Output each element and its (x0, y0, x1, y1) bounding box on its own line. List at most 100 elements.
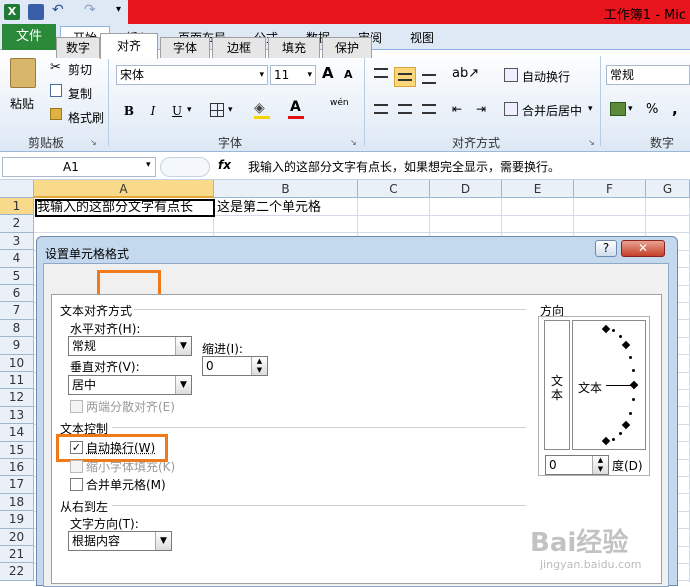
indent-spinner[interactable]: 0 ▲ ▼ (202, 356, 268, 376)
fill-color-icon[interactable]: ◈ (254, 100, 265, 116)
currency-icon[interactable] (610, 102, 626, 116)
row-header[interactable]: 19 (0, 511, 34, 529)
grow-font-button[interactable]: A (322, 64, 334, 82)
italic-button[interactable]: I (144, 103, 162, 119)
select-all-corner[interactable] (0, 180, 34, 198)
row-header[interactable]: 22 (0, 563, 34, 581)
wrap-text-icon[interactable] (504, 68, 518, 82)
dialog-launcher-icon[interactable]: ↘ (90, 138, 97, 147)
chevron-down-icon[interactable]: ▾ (307, 66, 312, 84)
shrink-to-fit-checkbox[interactable] (70, 460, 83, 473)
scissors-icon[interactable]: ✂ (50, 60, 61, 75)
merge-cells-label[interactable]: 合并单元格(M) (86, 476, 166, 493)
orientation-tick[interactable] (618, 335, 622, 338)
comma-button[interactable]: , (672, 100, 678, 118)
copy-icon[interactable] (50, 84, 62, 97)
orientation-tick[interactable] (618, 431, 622, 435)
phonetic-button[interactable]: wén (330, 98, 349, 108)
row-header[interactable]: 2 (0, 215, 34, 233)
horizontal-align-select[interactable]: 常规 ▼ (68, 336, 192, 356)
row-header[interactable]: 17 (0, 476, 34, 494)
row-header[interactable]: 21 (0, 546, 34, 564)
row-header[interactable]: 13 (0, 406, 34, 425)
decrease-indent-icon[interactable]: ⇤ (452, 102, 462, 116)
column-header[interactable]: D (430, 180, 502, 198)
chevron-down-icon[interactable]: ▾ (228, 105, 233, 115)
cut-button[interactable]: 剪切 (68, 61, 92, 78)
redo-icon[interactable]: ↷ (84, 2, 96, 18)
merge-cells-checkbox[interactable] (70, 478, 83, 491)
chevron-down-icon[interactable]: ▾ (187, 105, 192, 115)
row-header[interactable]: 15 (0, 441, 34, 459)
tab-view[interactable]: 视图 (404, 28, 440, 50)
chevron-down-icon[interactable]: ▾ (259, 66, 264, 84)
row-header[interactable]: 4 (0, 250, 34, 268)
row-header[interactable]: 8 (0, 319, 34, 338)
tab-alignment[interactable]: 对齐 (100, 33, 158, 59)
row-header[interactable]: 5 (0, 267, 34, 285)
align-left-icon[interactable] (374, 104, 388, 114)
wrap-text-checkbox[interactable]: ✓ (70, 441, 83, 454)
row-header[interactable]: 10 (0, 354, 34, 372)
paste-button[interactable]: 粘贴 (10, 95, 34, 112)
column-header[interactable]: A (34, 180, 214, 198)
font-size-combo[interactable]: 11 ▾ (270, 65, 316, 85)
tab-file[interactable]: 文件 (2, 24, 56, 50)
format-painter-button[interactable]: 格式刷 (68, 109, 104, 126)
shrink-font-button[interactable]: A (344, 68, 353, 81)
font-name-combo[interactable]: 宋体 ▾ (116, 65, 268, 85)
row-header[interactable]: 12 (0, 389, 34, 407)
column-header[interactable]: C (358, 180, 430, 198)
customize-qat-icon[interactable]: ▾ (116, 4, 121, 15)
dialog-launcher-icon[interactable]: ↘ (588, 138, 595, 147)
undo-icon[interactable]: ↶ (52, 2, 64, 18)
percent-button[interactable]: % (646, 102, 658, 117)
orientation-tick[interactable] (631, 397, 635, 401)
cell-b1[interactable]: 这是第二个单元格 (217, 199, 321, 217)
tab-protection[interactable]: 保护 (322, 37, 372, 58)
align-bottom-icon[interactable] (422, 74, 436, 84)
chevron-down-icon[interactable]: ▾ (146, 160, 151, 170)
vertical-align-select[interactable]: 居中 ▼ (68, 375, 192, 395)
row-header[interactable]: 18 (0, 493, 34, 512)
cell-a1[interactable]: 我输入的这部分文字有点长 (37, 199, 193, 217)
name-box[interactable]: A1 (2, 157, 156, 177)
dialog-launcher-icon[interactable]: ↘ (350, 138, 357, 147)
spinner-arrows-icon[interactable]: ▲ ▼ (251, 357, 267, 375)
row-header[interactable]: 14 (0, 424, 34, 442)
save-icon[interactable] (28, 4, 44, 20)
row-header[interactable]: 7 (0, 302, 34, 320)
orientation-icon[interactable]: ab↗ (452, 66, 479, 81)
close-button[interactable]: ✕ (621, 240, 665, 257)
copy-button[interactable]: 复制 (68, 85, 92, 102)
tab-number[interactable]: 数字 (56, 37, 100, 58)
column-header[interactable]: E (502, 180, 574, 198)
row-header[interactable]: 11 (0, 372, 34, 390)
column-header[interactable]: G (646, 180, 690, 198)
chevron-down-icon[interactable]: ▼ (175, 337, 191, 355)
merge-center-button[interactable]: 合并后居中 (522, 102, 582, 119)
borders-icon[interactable] (210, 103, 224, 117)
increase-indent-icon[interactable]: ⇥ (476, 102, 486, 116)
underline-button[interactable]: U (168, 103, 186, 119)
wrap-text-button[interactable]: 自动换行 (522, 68, 570, 85)
bold-button[interactable]: B (120, 103, 138, 119)
align-right-icon[interactable] (422, 104, 436, 114)
spinner-arrows-icon[interactable]: ▲ ▼ (592, 456, 608, 474)
row-header[interactable]: 9 (0, 337, 34, 355)
number-format-combo[interactable]: 常规 (606, 65, 690, 85)
column-header[interactable]: F (574, 180, 646, 198)
row-header[interactable]: 16 (0, 459, 34, 477)
column-header[interactable]: B (214, 180, 358, 198)
chevron-down-icon[interactable]: ▼ (175, 376, 191, 394)
chevron-down-icon[interactable]: ▼ (155, 532, 171, 550)
align-top-icon[interactable] (374, 68, 388, 78)
tab-border[interactable]: 边框 (212, 37, 266, 58)
help-button[interactable]: ? (595, 240, 617, 257)
row-header[interactable]: 1 (0, 198, 34, 216)
row-header[interactable]: 6 (0, 285, 34, 303)
insert-function-button[interactable]: fx (218, 158, 231, 172)
wrap-text-label[interactable]: 自动换行(W) (86, 439, 155, 456)
chevron-down-icon[interactable]: ▾ (628, 104, 633, 114)
format-painter-icon[interactable] (50, 108, 62, 120)
